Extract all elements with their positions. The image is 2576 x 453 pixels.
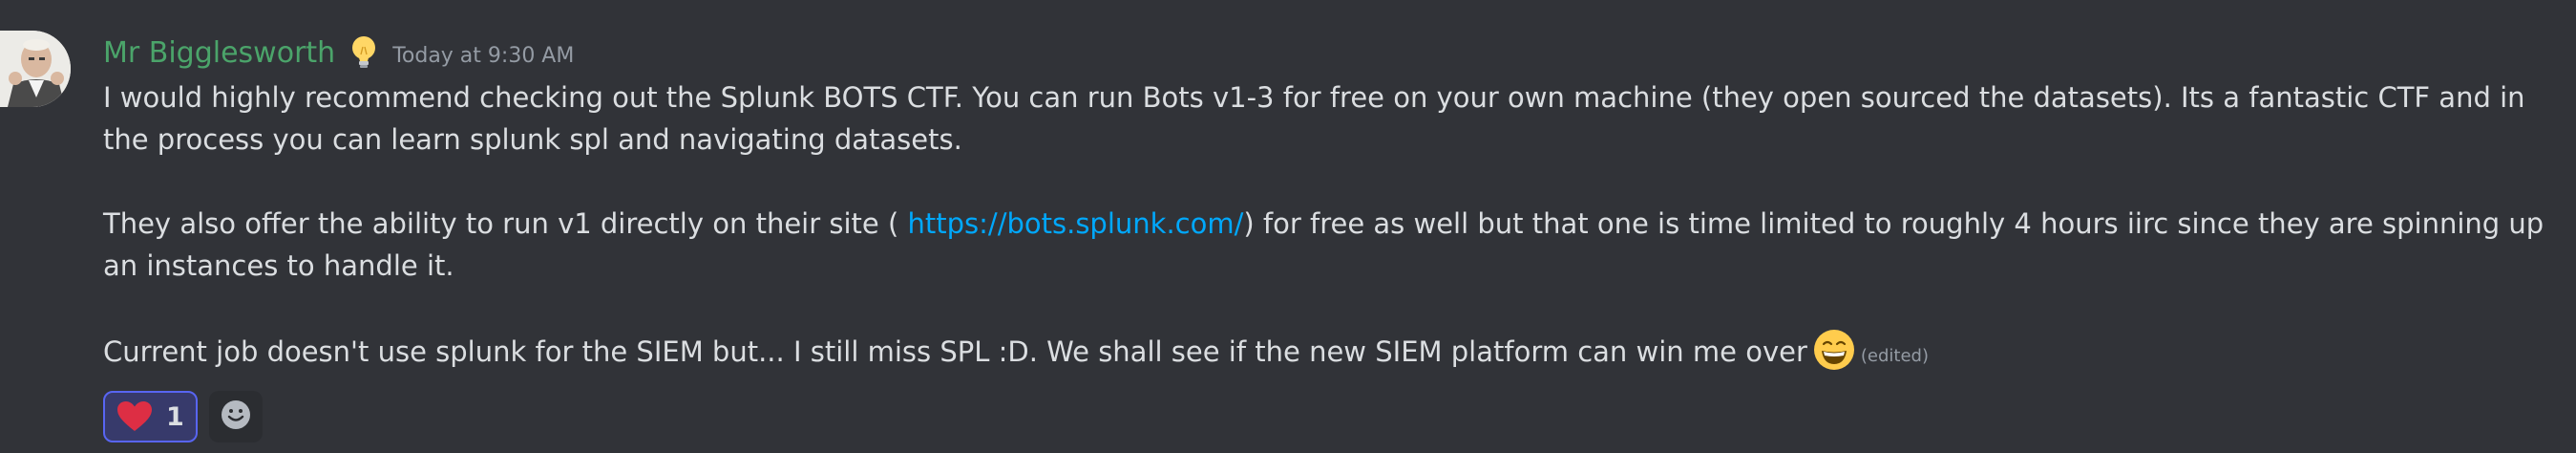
add-reaction-smiley-icon [220, 399, 252, 435]
add-reaction-button[interactable] [208, 391, 263, 442]
reaction-heart[interactable]: 1 [103, 391, 198, 442]
paragraph-text: They also offer the ability to run v1 di… [103, 207, 908, 240]
reaction-count: 1 [166, 401, 184, 432]
message-paragraph: I would highly recommend checking out th… [103, 81, 2525, 156]
red-heart-icon [116, 400, 153, 433]
message-body: I would highly recommend checking out th… [103, 76, 2576, 378]
avatar-image [0, 31, 71, 107]
bots-splunk-link[interactable]: https://bots.splunk.com/ [908, 207, 1244, 240]
message-paragraph: They also offer the ability to run v1 di… [103, 203, 2576, 287]
paragraph-text: Current job doesn't use splunk for the S… [103, 335, 1807, 368]
lightbulb-icon [347, 33, 381, 72]
message-content: Mr Bigglesworth Today at 9:30 AM I would… [103, 29, 2553, 442]
edited-label: (edited) [1860, 346, 1929, 366]
message-paragraph: Current job doesn't use splunk for the S… [103, 329, 2576, 378]
chat-message: Mr Bigglesworth Today at 9:30 AM I would… [0, 0, 2576, 453]
reactions-bar: 1 [103, 391, 2553, 442]
grinning-face-icon[interactable] [1813, 329, 1855, 371]
message-header: Mr Bigglesworth Today at 9:30 AM [103, 29, 2553, 76]
avatar[interactable] [0, 31, 71, 107]
author-name[interactable]: Mr Bigglesworth [103, 36, 335, 70]
message-timestamp[interactable]: Today at 9:30 AM [392, 38, 574, 68]
